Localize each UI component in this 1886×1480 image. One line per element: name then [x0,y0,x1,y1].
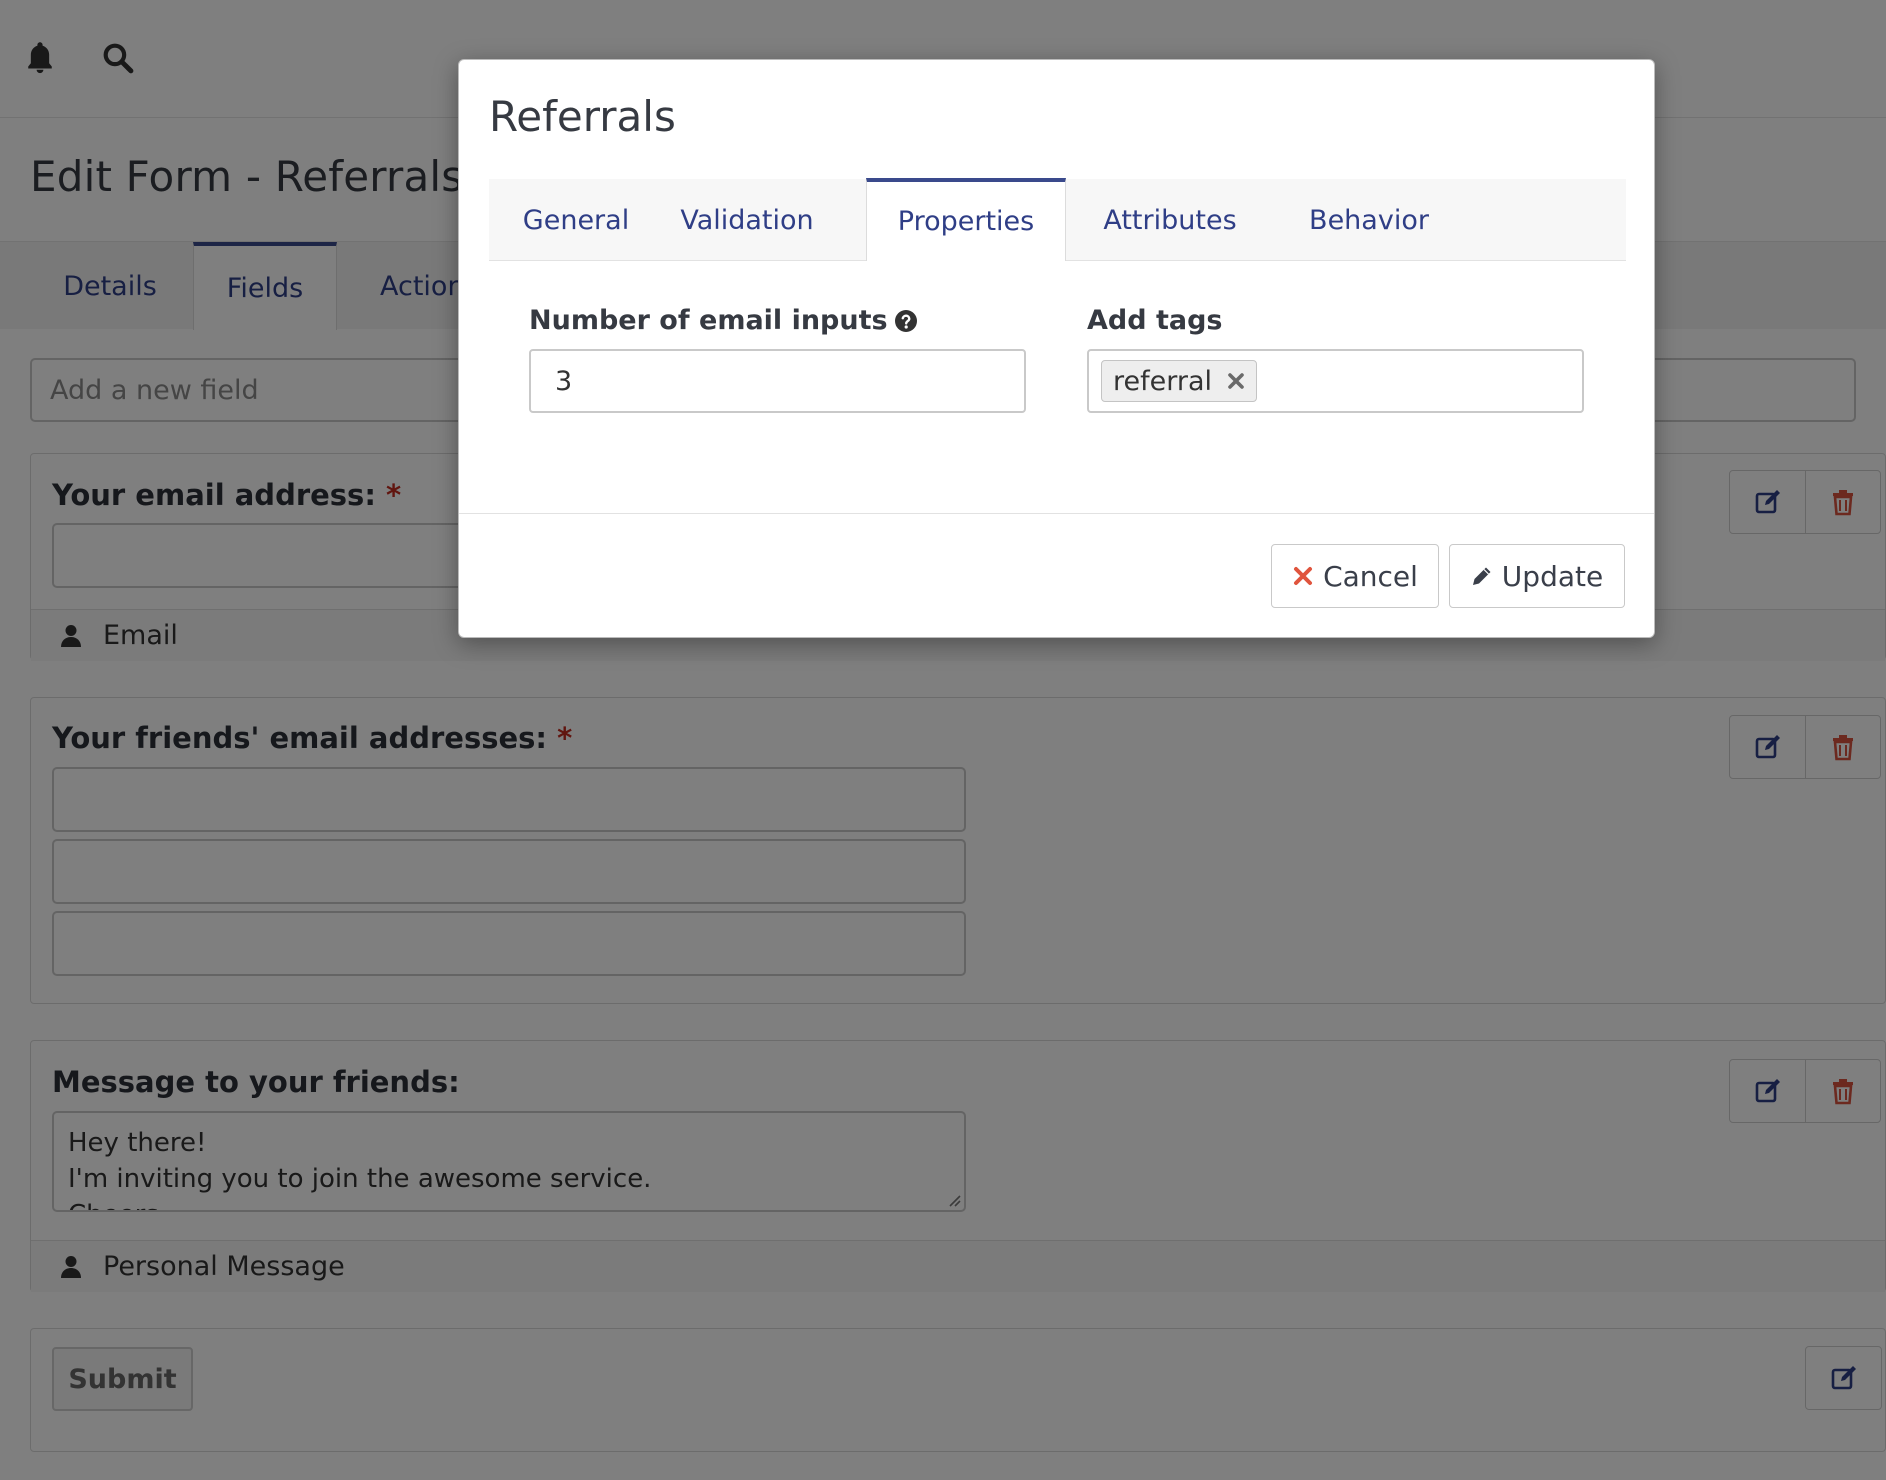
tab-behavior[interactable]: Behavior [1274,179,1464,261]
modal-divider [459,513,1654,514]
tab-attributes[interactable]: Attributes [1066,179,1274,261]
tab-validation[interactable]: Validation [663,179,831,261]
help-icon[interactable] [894,309,918,333]
update-button-label: Update [1501,559,1604,593]
field-settings-modal: Referrals General Validation Properties … [458,59,1655,638]
cancel-button[interactable]: Cancel [1271,544,1439,608]
remove-tag-icon[interactable] [1226,371,1246,391]
email-inputs-field[interactable]: 3 [529,349,1026,413]
tag-chip-label: referral [1113,365,1213,397]
modal-title: Referrals [489,92,676,141]
tag-chip: referral [1101,360,1258,402]
add-tags-label: Add tags [1087,305,1223,336]
tags-input[interactable]: referral [1087,349,1584,413]
email-inputs-label: Number of email inputs [529,305,918,336]
update-button[interactable]: Update [1449,544,1625,608]
cancel-button-label: Cancel [1323,559,1418,593]
pencil-icon [1472,567,1491,585]
tab-properties[interactable]: Properties [866,178,1066,261]
tab-general[interactable]: General [489,179,663,261]
modal-tabs: General Validation Properties Attributes… [489,178,1626,261]
email-inputs-label-text: Number of email inputs [529,305,888,336]
close-icon [1294,567,1313,585]
